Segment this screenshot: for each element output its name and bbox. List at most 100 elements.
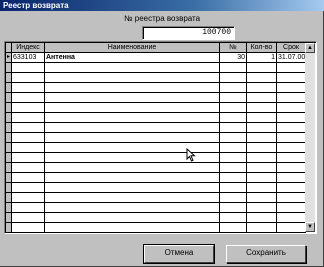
grid-cell[interactable] bbox=[247, 133, 277, 143]
grid-cell[interactable] bbox=[12, 223, 45, 233]
grid-cell[interactable] bbox=[220, 93, 247, 103]
header-name[interactable]: Наименование bbox=[45, 43, 220, 53]
grid-cell[interactable] bbox=[277, 213, 306, 223]
cell-quantity[interactable]: 1 bbox=[247, 53, 277, 63]
grid-cell[interactable] bbox=[247, 183, 277, 193]
grid-cell[interactable] bbox=[247, 173, 277, 183]
grid-cell[interactable] bbox=[220, 203, 247, 213]
grid-cell[interactable] bbox=[277, 73, 306, 83]
grid-cell[interactable] bbox=[277, 123, 306, 133]
grid-cell[interactable] bbox=[247, 123, 277, 133]
grid-cell[interactable] bbox=[45, 183, 220, 193]
grid-cell[interactable] bbox=[277, 183, 306, 193]
header-quantity[interactable]: Кол-во bbox=[247, 43, 277, 53]
table-row[interactable] bbox=[6, 203, 306, 213]
scroll-up-icon[interactable]: ▲ bbox=[305, 43, 315, 53]
scroll-down-icon[interactable]: ▼ bbox=[305, 222, 315, 232]
grid-cell[interactable] bbox=[277, 153, 306, 163]
table-row[interactable] bbox=[6, 193, 306, 203]
grid-cell[interactable] bbox=[220, 223, 247, 233]
grid-cell[interactable] bbox=[12, 143, 45, 153]
grid-cell[interactable] bbox=[277, 143, 306, 153]
table-row[interactable] bbox=[6, 173, 306, 183]
grid-cell[interactable] bbox=[220, 213, 247, 223]
grid-cell[interactable] bbox=[247, 73, 277, 83]
table-row[interactable] bbox=[6, 123, 306, 133]
grid-cell[interactable] bbox=[247, 103, 277, 113]
grid-cell[interactable] bbox=[220, 183, 247, 193]
grid-cell[interactable] bbox=[277, 93, 306, 103]
table-row[interactable] bbox=[6, 163, 306, 173]
grid-cell[interactable] bbox=[220, 63, 247, 73]
grid-cell[interactable] bbox=[45, 123, 220, 133]
table-row[interactable] bbox=[6, 83, 306, 93]
grid-cell[interactable] bbox=[12, 183, 45, 193]
grid-cell[interactable] bbox=[45, 193, 220, 203]
grid-cell[interactable] bbox=[12, 73, 45, 83]
cancel-button[interactable]: Отмена bbox=[143, 244, 215, 264]
grid-cell[interactable] bbox=[220, 173, 247, 183]
grid-cell[interactable] bbox=[277, 203, 306, 213]
cell-number[interactable]: 30 bbox=[220, 53, 247, 63]
grid-cell[interactable] bbox=[247, 63, 277, 73]
table-row[interactable] bbox=[6, 223, 306, 233]
grid-cell[interactable] bbox=[45, 103, 220, 113]
grid-cell[interactable] bbox=[220, 133, 247, 143]
grid-cell[interactable] bbox=[45, 213, 220, 223]
grid-cell[interactable] bbox=[12, 93, 45, 103]
grid-cell[interactable] bbox=[45, 93, 220, 103]
grid-cell[interactable] bbox=[12, 63, 45, 73]
grid-cell[interactable] bbox=[45, 83, 220, 93]
grid-cell[interactable] bbox=[247, 143, 277, 153]
grid-cell[interactable] bbox=[12, 193, 45, 203]
grid-cell[interactable] bbox=[45, 203, 220, 213]
cell-date[interactable]: 31.07.00 bbox=[277, 53, 306, 63]
table-row[interactable] bbox=[6, 63, 306, 73]
grid-cell[interactable] bbox=[247, 203, 277, 213]
save-button[interactable]: Сохранить bbox=[226, 245, 306, 263]
table-row[interactable] bbox=[6, 213, 306, 223]
grid-cell[interactable] bbox=[12, 133, 45, 143]
grid-cell[interactable] bbox=[45, 163, 220, 173]
table-row[interactable] bbox=[6, 93, 306, 103]
grid-cell[interactable] bbox=[277, 83, 306, 93]
grid-cell[interactable] bbox=[12, 173, 45, 183]
grid-cell[interactable] bbox=[247, 163, 277, 173]
grid-cell[interactable] bbox=[45, 223, 220, 233]
grid-cell[interactable] bbox=[45, 113, 220, 123]
grid-cell[interactable] bbox=[277, 133, 306, 143]
header-number[interactable]: № bbox=[220, 43, 247, 53]
grid-cell[interactable] bbox=[277, 103, 306, 113]
grid-cell[interactable] bbox=[12, 103, 45, 113]
grid-cell[interactable] bbox=[247, 113, 277, 123]
table-row[interactable]: ▸ 633103 Антенна 30 1 31.07.00 bbox=[6, 53, 306, 63]
table-row[interactable] bbox=[6, 103, 306, 113]
grid-cell[interactable] bbox=[45, 63, 220, 73]
table-row[interactable] bbox=[6, 183, 306, 193]
grid-cell[interactable] bbox=[45, 73, 220, 83]
grid-cell[interactable] bbox=[247, 193, 277, 203]
grid-cell[interactable] bbox=[220, 163, 247, 173]
table-row[interactable] bbox=[6, 73, 306, 83]
grid-cell[interactable] bbox=[247, 83, 277, 93]
vertical-scrollbar[interactable]: ▲ ▼ bbox=[305, 43, 315, 232]
grid-cell[interactable] bbox=[220, 103, 247, 113]
cell-name[interactable]: Антенна bbox=[45, 53, 220, 63]
grid-cell[interactable] bbox=[12, 163, 45, 173]
table-row[interactable] bbox=[6, 153, 306, 163]
table-row[interactable] bbox=[6, 143, 306, 153]
grid-cell[interactable] bbox=[220, 153, 247, 163]
grid-cell[interactable] bbox=[220, 193, 247, 203]
grid-cell[interactable] bbox=[277, 113, 306, 123]
grid-cell[interactable] bbox=[277, 223, 306, 233]
grid-cell[interactable] bbox=[220, 143, 247, 153]
grid-cell[interactable] bbox=[12, 113, 45, 123]
header-date[interactable]: Срок bbox=[277, 43, 306, 53]
grid-cell[interactable] bbox=[277, 173, 306, 183]
grid-cell[interactable] bbox=[277, 63, 306, 73]
grid-cell[interactable] bbox=[220, 83, 247, 93]
header-index[interactable]: Индекс bbox=[12, 43, 45, 53]
grid-cell[interactable] bbox=[12, 83, 45, 93]
grid-cell[interactable] bbox=[12, 203, 45, 213]
grid-cell[interactable] bbox=[220, 123, 247, 133]
